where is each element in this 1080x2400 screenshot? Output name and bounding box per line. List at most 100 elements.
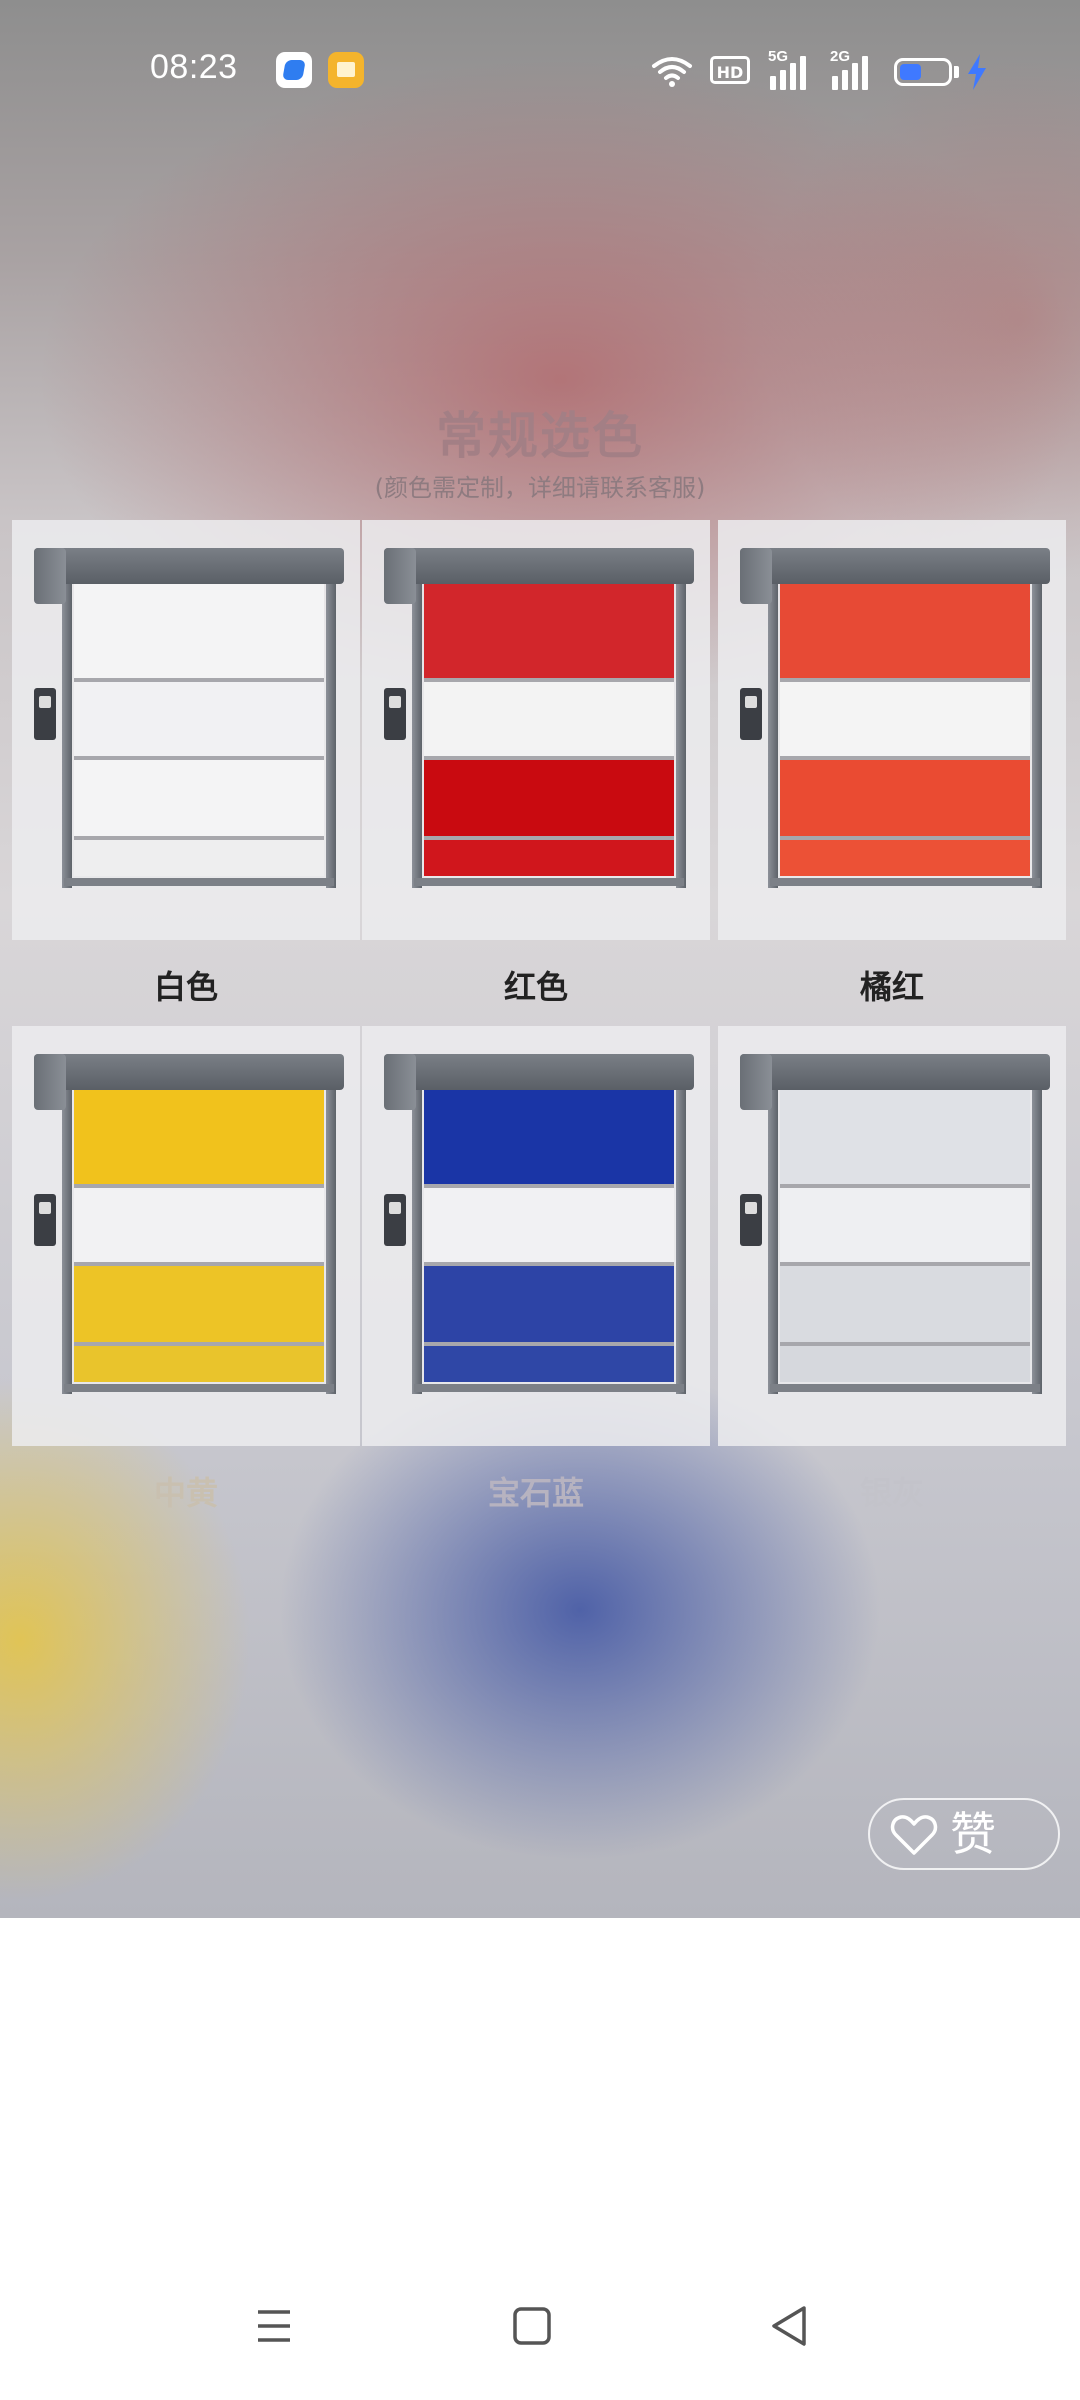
curtain-section	[780, 584, 1030, 678]
curtain-windbar	[780, 1262, 1030, 1266]
door-top-box	[34, 548, 344, 584]
battery-icon	[894, 58, 952, 86]
status-bar: 08:23 HD 5G 2G	[0, 0, 1080, 140]
curtain-section	[780, 840, 1030, 876]
door-curtain	[424, 584, 674, 876]
curtain-windbar	[74, 678, 324, 682]
curtain-section	[780, 1090, 1030, 1184]
navigation-bar	[0, 2250, 1080, 2400]
door-top-box	[384, 548, 694, 584]
door-rail-right	[676, 1084, 686, 1394]
curtain-section	[424, 1090, 674, 1184]
swatch-image	[362, 520, 710, 940]
rolling-door	[740, 1054, 1050, 1414]
image-viewer[interactable]: 08:23 HD 5G 2G 常规选色 (颜色需定制，详细请联系客服) 白色 红…	[0, 0, 1080, 1918]
door-curtain	[74, 1090, 324, 1382]
door-box-end	[34, 548, 66, 604]
heart-outline-icon	[890, 1815, 938, 1855]
door-curtain	[424, 1090, 674, 1382]
home-square-icon[interactable]	[508, 2302, 556, 2350]
curtain-section	[780, 1188, 1030, 1262]
door-top-box	[384, 1054, 694, 1090]
back-triangle-icon[interactable]	[766, 2302, 814, 2350]
curtain-windbar	[424, 756, 674, 760]
door-control-box	[384, 688, 406, 740]
curtain-section	[424, 584, 674, 678]
door-rail-left	[768, 1084, 778, 1394]
door-control-box	[34, 1194, 56, 1246]
rolling-door	[740, 548, 1050, 908]
door-curtain	[780, 1090, 1030, 1382]
door-bottom-bar	[770, 1384, 1040, 1392]
curtain-section	[424, 840, 674, 876]
door-rail-right	[1032, 578, 1042, 888]
image-title: 常规选色	[436, 407, 644, 465]
door-rail-left	[412, 1084, 422, 1394]
door-top-box	[740, 548, 1050, 584]
rolling-door	[384, 548, 694, 908]
door-top-box	[740, 1054, 1050, 1090]
swatch-label: 红色	[503, 968, 568, 1006]
curtain-section	[74, 1346, 324, 1382]
signal-generation-label: 5G	[768, 48, 789, 65]
rolling-door	[34, 548, 344, 908]
curtain-section	[74, 584, 324, 678]
swatch-image	[718, 520, 1066, 940]
charging-bolt-icon	[968, 54, 986, 90]
swatch-image	[362, 1026, 710, 1446]
swatch-label: 银灰	[859, 1474, 924, 1512]
curtain-windbar	[780, 1184, 1030, 1188]
app-notification-icon-yellow	[328, 52, 364, 88]
door-control-box	[740, 1194, 762, 1246]
curtain-section	[424, 1266, 674, 1342]
menu-icon[interactable]	[250, 2302, 298, 2350]
swatch-image	[12, 520, 360, 940]
rolling-door	[384, 1054, 694, 1414]
curtain-windbar	[74, 836, 324, 840]
curtain-section	[74, 682, 324, 756]
door-bottom-bar	[414, 1384, 684, 1392]
curtain-section	[424, 682, 674, 756]
door-rail-left	[412, 578, 422, 888]
curtain-section	[424, 760, 674, 836]
door-box-end	[740, 1054, 772, 1110]
swatch-label: 宝石蓝	[487, 1474, 584, 1512]
swatch-label: 橘红	[859, 968, 924, 1006]
door-curtain	[780, 584, 1030, 876]
image-subtitle: (颜色需定制，详细请联系客服)	[374, 474, 706, 502]
wifi-icon	[652, 57, 692, 87]
door-box-end	[34, 1054, 66, 1110]
door-box-end	[384, 1054, 416, 1110]
curtain-section	[780, 1266, 1030, 1342]
door-rail-right	[326, 578, 336, 888]
door-rail-left	[62, 578, 72, 888]
curtain-section	[74, 1188, 324, 1262]
like-label: 赞	[950, 1807, 996, 1861]
door-bottom-bar	[64, 878, 334, 886]
door-bottom-bar	[414, 878, 684, 886]
curtain-section	[424, 1188, 674, 1262]
swatch-image	[718, 1026, 1066, 1446]
curtain-windbar	[74, 1184, 324, 1188]
swatch-label: 中黄	[153, 1474, 218, 1512]
door-box-end	[384, 548, 416, 604]
curtain-windbar	[74, 1342, 324, 1346]
curtain-windbar	[424, 678, 674, 682]
door-control-box	[384, 1194, 406, 1246]
door-control-box	[34, 688, 56, 740]
door-rail-right	[676, 578, 686, 888]
curtain-windbar	[424, 1262, 674, 1266]
like-button[interactable]: 赞	[868, 1798, 1060, 1870]
curtain-section	[780, 682, 1030, 756]
signal-generation-label: 2G	[830, 48, 851, 65]
curtain-section	[780, 760, 1030, 836]
door-rail-right	[326, 1084, 336, 1394]
hd-voice-icon: HD	[710, 56, 750, 84]
app-notification-icon-blue	[276, 52, 312, 88]
curtain-section	[74, 840, 324, 876]
rolling-door	[34, 1054, 344, 1414]
door-rail-left	[62, 1084, 72, 1394]
signal-2g-icon: 2G	[830, 48, 876, 90]
door-rail-left	[768, 578, 778, 888]
door-rail-right	[1032, 1084, 1042, 1394]
